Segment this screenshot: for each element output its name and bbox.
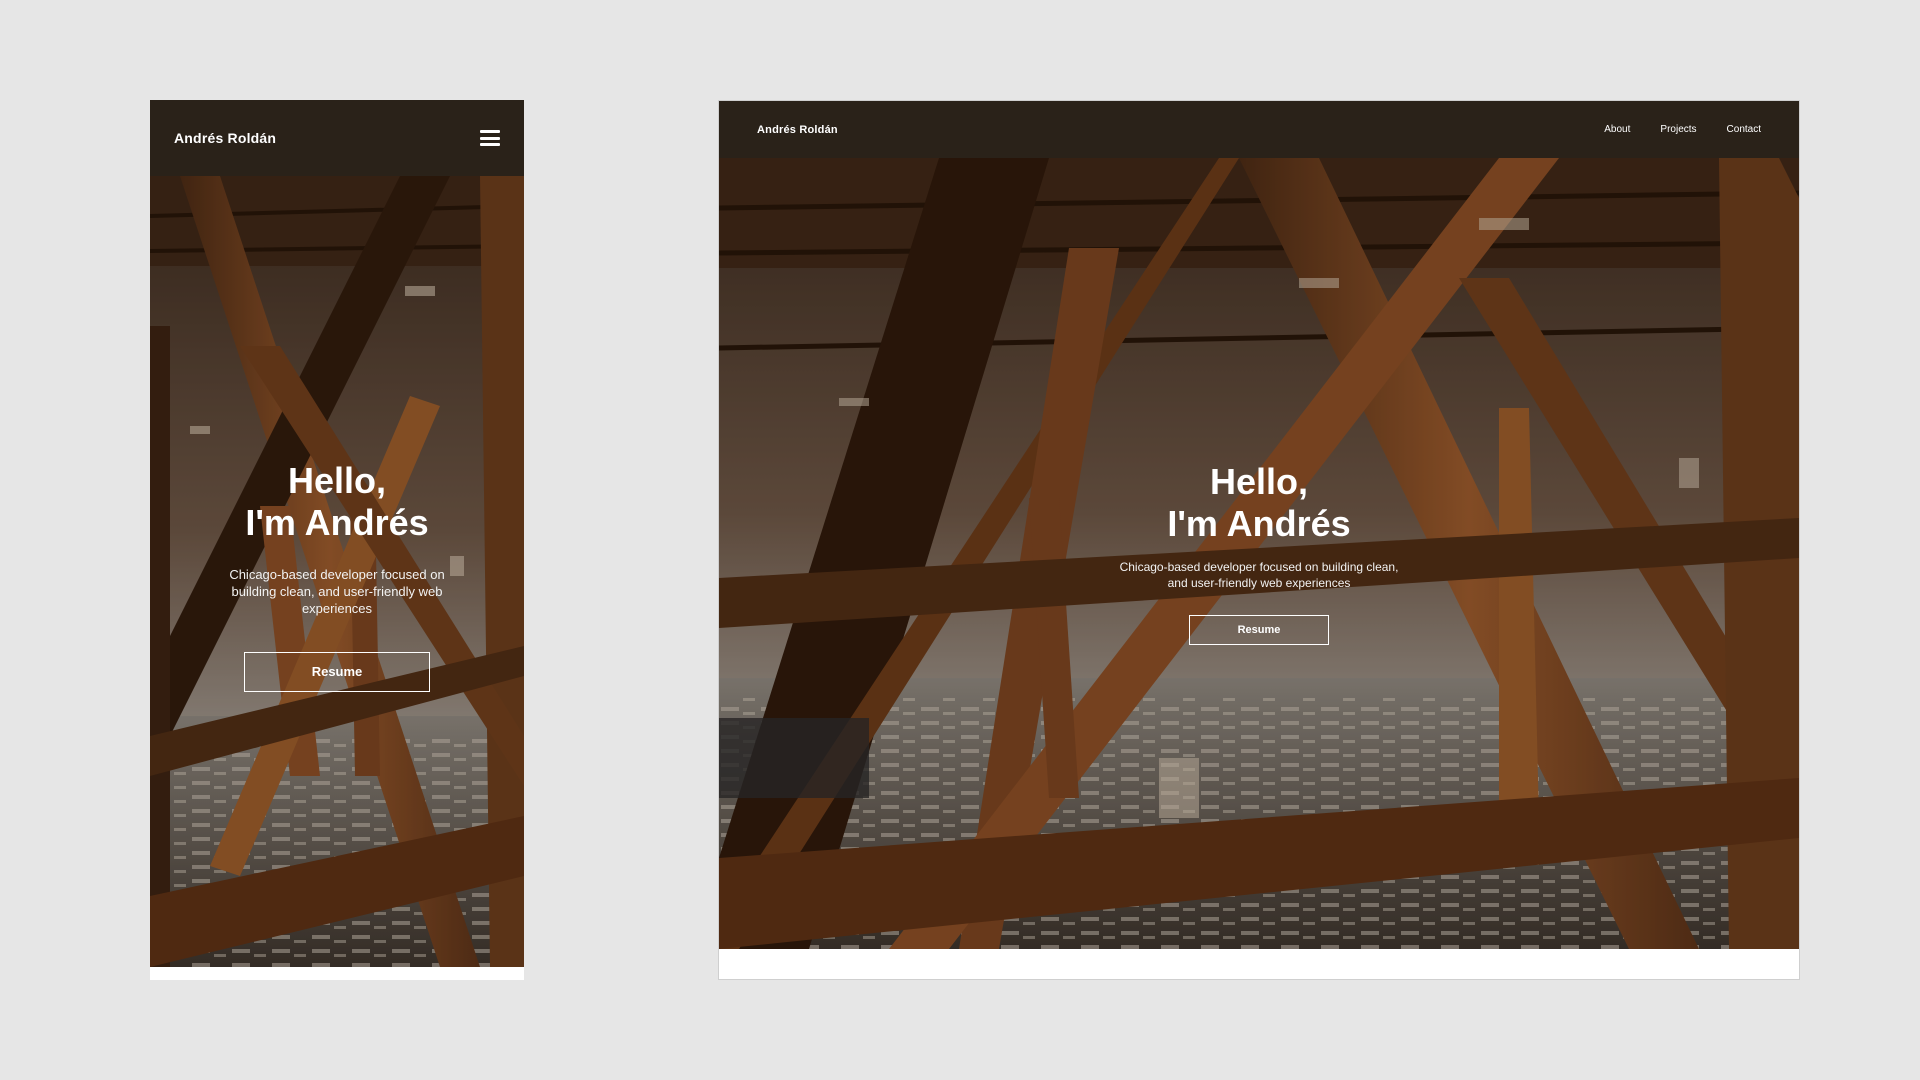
- hero-headline: Hello, I'm Andrés: [150, 460, 524, 545]
- hero-section: Hello, I'm Andrés Chicago-based develope…: [150, 176, 524, 967]
- mobile-preview: Andrés Roldán Hello, I'm Andrés Chicago-…: [150, 100, 524, 980]
- headline-line-2: I'm Andrés: [245, 502, 429, 544]
- desktop-preview: Andrés Roldán About Projects Contact Hel…: [718, 100, 1800, 980]
- resume-button[interactable]: Resume: [1189, 615, 1329, 646]
- nav-link-about[interactable]: About: [1604, 124, 1630, 135]
- headline-line-1: Hello,: [1209, 461, 1308, 502]
- hero-tagline: Chicago-based developer focused on build…: [1119, 559, 1399, 590]
- hero-tagline: Chicago-based developer focused on build…: [229, 566, 445, 616]
- hero-content: Hello, I'm Andrés Chicago-based develope…: [150, 460, 524, 692]
- headline-line-1: Hello,: [287, 460, 386, 501]
- hero-section: Hello, I'm Andrés Chicago-based develope…: [719, 158, 1799, 949]
- brand-logo[interactable]: Andrés Roldán: [174, 130, 276, 146]
- mobile-navbar: Andrés Roldán: [150, 100, 524, 176]
- hero-content: Hello, I'm Andrés Chicago-based develope…: [719, 461, 1799, 646]
- hamburger-menu-icon[interactable]: [480, 130, 500, 146]
- resume-button[interactable]: Resume: [244, 651, 430, 692]
- nav-link-contact[interactable]: Contact: [1727, 124, 1761, 135]
- headline-line-2: I'm Andrés: [1167, 503, 1351, 545]
- desktop-navbar: Andrés Roldán About Projects Contact: [719, 101, 1799, 158]
- nav-links: About Projects Contact: [1604, 124, 1761, 135]
- brand-logo[interactable]: Andrés Roldán: [757, 124, 838, 136]
- nav-link-projects[interactable]: Projects: [1660, 124, 1696, 135]
- hero-headline: Hello, I'm Andrés: [719, 461, 1799, 546]
